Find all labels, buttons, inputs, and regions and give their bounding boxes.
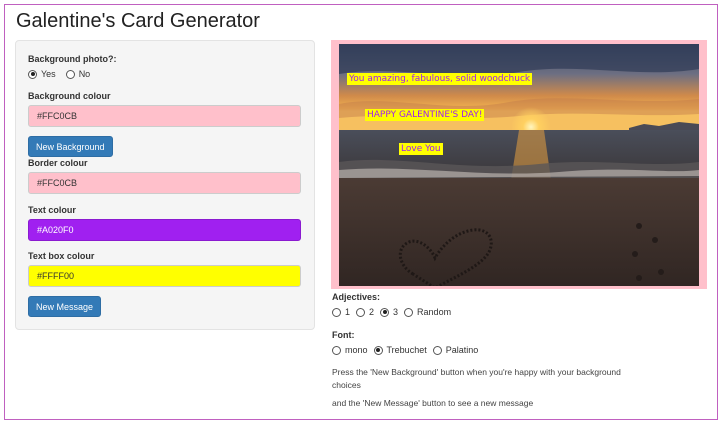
font-option-palatino[interactable]: Palatino (432, 345, 478, 355)
text-colour-input[interactable]: #A020F0 (28, 219, 301, 241)
bg-photo-radio-group: Yes No (28, 69, 96, 79)
border-colour-input[interactable]: #FFC0CB (28, 172, 301, 194)
font-option-trebuchet[interactable]: Trebuchet (373, 345, 427, 355)
page-title: Galentine's Card Generator (16, 10, 260, 32)
new-background-button[interactable]: New Background (28, 136, 113, 157)
bg-photo-label: Background photo?: (28, 54, 117, 64)
card-message-line-1: You amazing, fabulous, solid woodchuck (347, 73, 533, 85)
adjective-option-1[interactable]: 1 (332, 307, 350, 317)
bg-photo-option-no[interactable]: No (65, 69, 90, 79)
radio-unselected-icon[interactable] (356, 307, 366, 317)
card-preview: You amazing, fabulous, solid woodchuck H… (331, 40, 707, 289)
radio-unselected-icon[interactable] (404, 307, 414, 317)
help-text-message: and the 'New Message' button to see a ne… (332, 398, 534, 408)
card-message-line-3: Love You (399, 143, 443, 155)
text-colour-label: Text colour (28, 205, 76, 215)
font-option-mono[interactable]: mono (332, 345, 368, 355)
bg-photo-option-yes[interactable]: Yes (28, 69, 56, 79)
radio-unselected-icon[interactable] (332, 307, 341, 317)
settings-panel: Background photo?: Yes No Background col… (15, 40, 315, 330)
bg-colour-label: Background colour (28, 91, 111, 101)
adjective-option-3[interactable]: 3 (380, 307, 398, 317)
textbox-colour-input[interactable]: #FFFF00 (28, 265, 301, 287)
adjectives-label: Adjectives: (332, 292, 381, 302)
card-message-line-2: HAPPY GALENTINE'S DAY! (365, 109, 485, 121)
font-label: Font: (332, 330, 355, 340)
radio-selected-icon[interactable] (380, 307, 390, 317)
font-radio-group: mono Trebuchet Palatino (332, 345, 484, 355)
help-text-background: Press the 'New Background' button when y… (332, 367, 621, 390)
radio-unselected-icon[interactable] (332, 345, 341, 355)
adjective-option-random[interactable]: Random (404, 307, 451, 317)
bg-colour-input[interactable]: #FFC0CB (28, 105, 301, 127)
adjective-option-2[interactable]: 2 (356, 307, 374, 317)
radio-selected-icon[interactable] (373, 345, 383, 355)
radio-selected-icon[interactable] (28, 69, 37, 79)
textbox-colour-label: Text box colour (28, 251, 95, 261)
radio-unselected-icon[interactable] (432, 345, 442, 355)
radio-unselected-icon[interactable] (65, 69, 75, 79)
adjectives-radio-group: 1 2 3 Random (332, 307, 457, 317)
border-colour-label: Border colour (28, 158, 88, 168)
new-message-button[interactable]: New Message (28, 296, 102, 317)
